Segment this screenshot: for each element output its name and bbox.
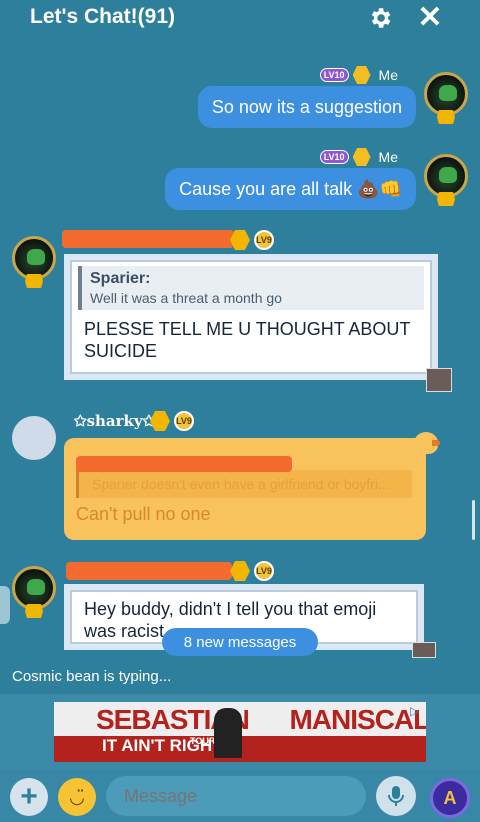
avatar-badge-icon [25, 274, 43, 288]
quoted-reply[interactable]: Sparier: Well it was a threat a month go [78, 266, 424, 310]
add-attachment-button[interactable]: + [10, 778, 48, 816]
my-avatar[interactable] [424, 154, 468, 198]
gear-icon[interactable] [366, 4, 394, 32]
my-avatar[interactable] [424, 72, 468, 116]
quote-author: Sparier: [90, 270, 151, 287]
redacted-quote-author [76, 456, 292, 472]
quote-text: Sparier doesn't even have a girlfriend o… [92, 476, 390, 492]
message-input[interactable] [106, 776, 366, 816]
message-text: PLESSE TELL ME U THOUGHT ABOUT SUICIDE [84, 319, 411, 361]
sender-name: ✩sharky✩ [74, 412, 156, 430]
level-badge: LV9 [254, 561, 274, 581]
ad-headline-last: MANISCALCO [289, 704, 426, 735]
level-badge: LV10 [319, 68, 349, 82]
coin-props-icon[interactable]: A [430, 778, 470, 818]
sender-row: LV10 Me [319, 148, 398, 166]
sender-name: Me [378, 67, 398, 83]
message-text: Can't pull no one [76, 504, 211, 524]
message-text: Cause you are all talk 💩👊 [179, 178, 402, 199]
message-text: So now its a suggestion [211, 96, 402, 117]
my-message-bubble[interactable]: So now its a suggestion [197, 86, 416, 128]
redacted-username [66, 562, 232, 580]
avatar-badge-icon [437, 192, 455, 206]
read-receipt-avatar [412, 642, 436, 658]
avatar-badge-icon [25, 604, 43, 618]
typing-indicator: Cosmic bean is typing... [12, 668, 172, 685]
level-badge: LV10 [319, 150, 349, 164]
title-badge-icon [230, 561, 250, 581]
ad-banner[interactable]: SEBASTIAN MANISCALCO IT AIN'T RIGHT TOUR… [54, 702, 426, 762]
sender-row: LV10 Me [319, 66, 398, 84]
message-card[interactable]: Sparier: Well it was a threat a month go… [64, 254, 438, 380]
chat-title: Let's Chat!(91) [30, 5, 176, 28]
level-badge: LV9 [174, 411, 194, 431]
read-receipt-avatar [426, 368, 452, 392]
my-message-bubble[interactable]: Cause you are all talk 💩👊 [165, 168, 416, 210]
new-messages-button[interactable]: 8 new messages [162, 628, 318, 656]
duck-beak-icon [432, 440, 440, 446]
redacted-username [62, 230, 234, 248]
quote-text: Well it was a threat a month go [90, 290, 282, 306]
mic-icon[interactable] [376, 776, 416, 816]
ad-person-image [214, 708, 242, 758]
user-avatar[interactable] [12, 236, 56, 280]
ad-headline: SEBASTIAN MANISCALCO [96, 704, 426, 736]
level-badge: LV9 [254, 230, 274, 250]
chat-header: Let's Chat!(91) ✕ [0, 0, 480, 40]
sharky-avatar[interactable] [12, 416, 56, 460]
emoji-button[interactable]: ◡̈ [58, 778, 96, 816]
side-drawer-handle[interactable] [0, 586, 10, 624]
scrollbar[interactable] [472, 500, 475, 540]
avatar-badge-icon [437, 110, 455, 124]
user-avatar[interactable] [12, 566, 56, 610]
close-icon[interactable]: ✕ [416, 3, 444, 33]
ad-choices-icon[interactable]: ▷ [410, 704, 424, 718]
title-badge-icon [352, 148, 371, 166]
title-badge-icon [352, 66, 371, 84]
sender-name: Me [378, 149, 398, 165]
